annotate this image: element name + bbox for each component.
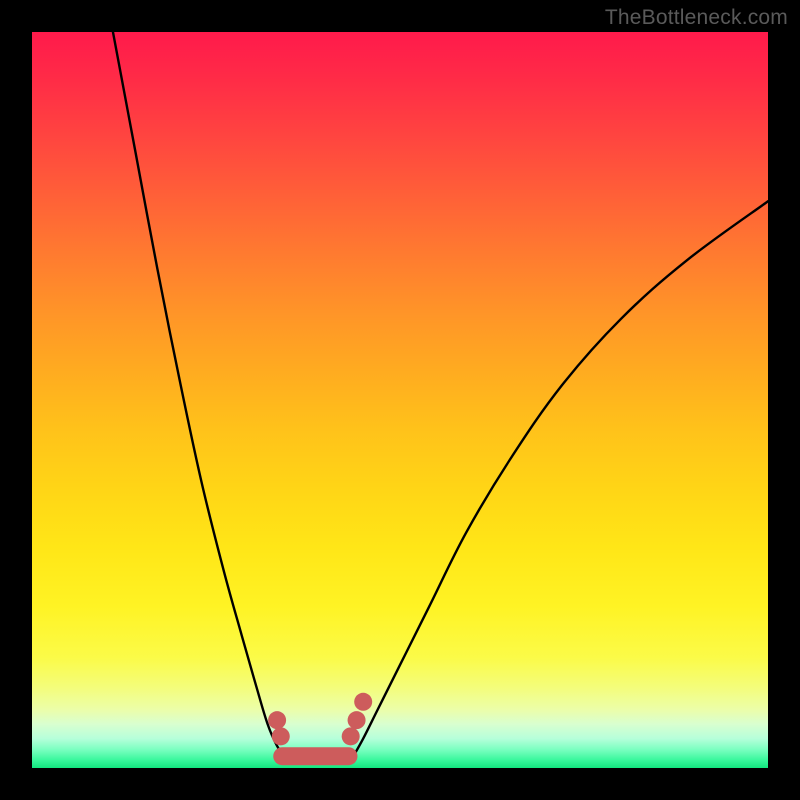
watermark-label: TheBottleneck.com [605,6,788,30]
highlight-dot [342,727,360,745]
chart-svg [32,32,768,768]
left-curve [113,32,285,757]
highlight-dot [348,711,366,729]
highlight-dot [272,727,290,745]
highlight-dots [268,693,372,746]
plot-area [32,32,768,768]
highlight-dot [268,711,286,729]
curve-layer [113,32,768,757]
right-curve [353,201,768,757]
chart-frame: TheBottleneck.com [0,0,800,800]
highlight-dot [354,693,372,711]
